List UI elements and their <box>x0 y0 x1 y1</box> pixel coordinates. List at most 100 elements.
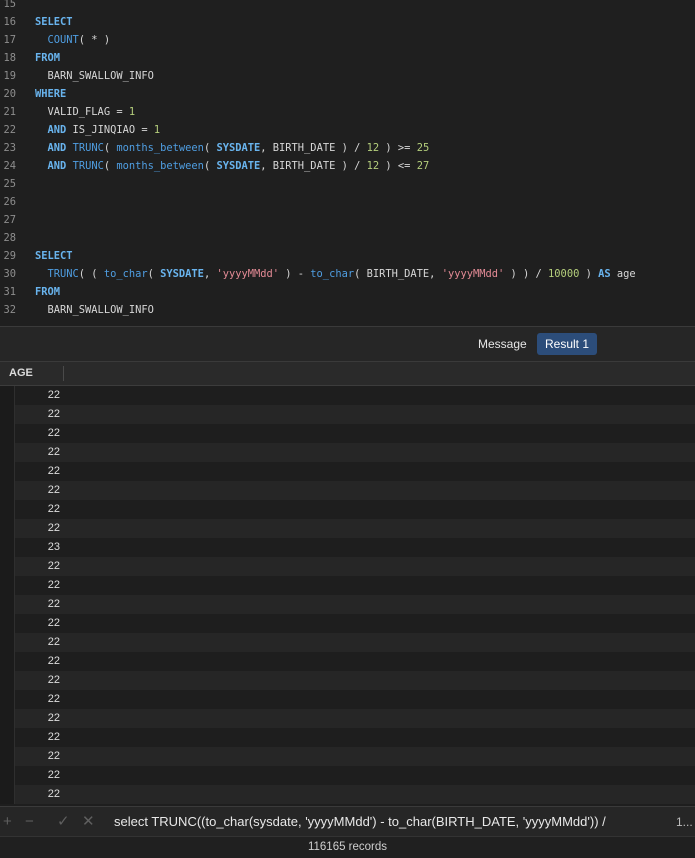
age-cell[interactable]: 22 <box>20 462 60 481</box>
table-row[interactable]: 22 <box>0 595 695 614</box>
code-line[interactable]: 19 BARN_SWALLOW_INFO <box>0 67 695 85</box>
age-cell[interactable]: 22 <box>20 728 60 747</box>
table-row[interactable]: 22 <box>0 709 695 728</box>
age-cell[interactable]: 23 <box>20 538 60 557</box>
age-cell[interactable]: 22 <box>20 443 60 462</box>
age-cell[interactable]: 22 <box>20 785 60 804</box>
row-gutter[interactable] <box>0 500 15 519</box>
table-row[interactable]: 22 <box>0 576 695 595</box>
code-line[interactable]: 23 AND TRUNC( months_between( SYSDATE, B… <box>0 139 695 157</box>
age-cell[interactable]: 22 <box>20 671 60 690</box>
column-resize-handle[interactable] <box>63 366 64 381</box>
row-gutter[interactable] <box>0 424 15 443</box>
row-gutter[interactable] <box>0 595 15 614</box>
row-gutter[interactable] <box>0 785 15 804</box>
code-line[interactable]: 16 SELECT <box>0 13 695 31</box>
code-line[interactable]: 26 <box>0 193 695 211</box>
table-row[interactable]: 22 <box>0 386 695 405</box>
age-cell[interactable]: 22 <box>20 519 60 538</box>
row-gutter[interactable] <box>0 709 15 728</box>
age-cell[interactable]: 22 <box>20 500 60 519</box>
apply-changes-icon[interactable]: ✓ <box>57 814 70 829</box>
table-row[interactable]: 23 <box>0 538 695 557</box>
row-gutter[interactable] <box>0 690 15 709</box>
code-line[interactable]: 30 TRUNC( ( to_char( SYSDATE, 'yyyyMMdd'… <box>0 265 695 283</box>
table-row[interactable]: 22 <box>0 481 695 500</box>
row-gutter[interactable] <box>0 728 15 747</box>
code-token: SELECT <box>35 250 73 262</box>
code-line[interactable]: 28 <box>0 229 695 247</box>
table-row[interactable]: 22 <box>0 766 695 785</box>
table-row[interactable]: 22 <box>0 671 695 690</box>
row-gutter[interactable] <box>0 538 15 557</box>
age-cell[interactable]: 22 <box>20 557 60 576</box>
row-gutter[interactable] <box>0 614 15 633</box>
code-token: ( * ) <box>78 34 111 46</box>
table-row[interactable]: 22 <box>0 633 695 652</box>
code-line[interactable]: 17 COUNT( * ) <box>0 31 695 49</box>
table-row[interactable]: 22 <box>0 519 695 538</box>
row-gutter[interactable] <box>0 576 15 595</box>
age-cell[interactable]: 22 <box>20 405 60 424</box>
tab-message[interactable]: Message <box>470 333 535 355</box>
row-gutter[interactable] <box>0 519 15 538</box>
age-cell[interactable]: 22 <box>20 424 60 443</box>
row-gutter[interactable] <box>0 747 15 766</box>
row-gutter[interactable] <box>0 443 15 462</box>
code-line[interactable]: 25 <box>0 175 695 193</box>
row-gutter[interactable] <box>0 462 15 481</box>
row-gutter[interactable] <box>0 766 15 785</box>
discard-changes-icon[interactable]: ✕ <box>82 814 95 829</box>
code-line[interactable]: 22 AND IS_JINQIAO = 1 <box>0 121 695 139</box>
table-row[interactable]: 22 <box>0 652 695 671</box>
code-line[interactable]: 21 VALID_FLAG = 1 <box>0 103 695 121</box>
age-cell[interactable]: 22 <box>20 690 60 709</box>
tab-result-1[interactable]: Result 1 <box>537 333 598 355</box>
code-line[interactable]: 15 <box>0 0 695 13</box>
line-number: 31 <box>3 286 16 298</box>
sql-editor[interactable]: 15 16 SELECT 17 COUNT( * ) 18 FROM 19 BARN_SWA… <box>0 0 695 326</box>
table-row[interactable]: 22 <box>0 728 695 747</box>
age-cell[interactable]: 22 <box>20 766 60 785</box>
age-cell[interactable]: 22 <box>20 386 60 405</box>
code-line[interactable]: 31 FROM <box>0 283 695 301</box>
table-row[interactable]: 22 <box>0 690 695 709</box>
row-gutter[interactable] <box>0 652 15 671</box>
age-cell[interactable]: 22 <box>20 652 60 671</box>
row-gutter[interactable] <box>0 386 15 405</box>
code-token: 'yyyyMMdd' <box>441 268 505 280</box>
page-indicator[interactable]: 1... <box>676 807 693 837</box>
table-row[interactable]: 22 <box>0 785 695 804</box>
line-number: 23 <box>3 142 16 154</box>
age-cell[interactable]: 22 <box>20 576 60 595</box>
code-token: ) <= <box>379 160 417 172</box>
age-cell[interactable]: 22 <box>20 747 60 766</box>
code-line[interactable]: 18 FROM <box>0 49 695 67</box>
code-line[interactable]: 24 AND TRUNC( months_between( SYSDATE, B… <box>0 157 695 175</box>
row-gutter[interactable] <box>0 671 15 690</box>
age-cell[interactable]: 22 <box>20 633 60 652</box>
row-gutter[interactable] <box>0 481 15 500</box>
table-row[interactable]: 22 <box>0 443 695 462</box>
code-line[interactable]: 20 WHERE <box>0 85 695 103</box>
table-row[interactable]: 22 <box>0 614 695 633</box>
age-cell[interactable]: 22 <box>20 481 60 500</box>
code-line[interactable]: 29 SELECT <box>0 247 695 265</box>
add-row-icon[interactable]: + <box>3 814 12 829</box>
column-header-age[interactable]: AGE <box>9 362 33 385</box>
table-row[interactable]: 22 <box>0 405 695 424</box>
row-gutter[interactable] <box>0 633 15 652</box>
table-row[interactable]: 22 <box>0 747 695 766</box>
code-line[interactable]: 32 BARN_SWALLOW_INFO <box>0 301 695 319</box>
table-row[interactable]: 22 <box>0 424 695 443</box>
age-cell[interactable]: 22 <box>20 614 60 633</box>
age-cell[interactable]: 22 <box>20 595 60 614</box>
age-cell[interactable]: 22 <box>20 709 60 728</box>
code-line[interactable]: 27 <box>0 211 695 229</box>
remove-row-icon[interactable]: − <box>25 814 34 829</box>
table-row[interactable]: 22 <box>0 500 695 519</box>
row-gutter[interactable] <box>0 557 15 576</box>
row-gutter[interactable] <box>0 405 15 424</box>
table-row[interactable]: 22 <box>0 462 695 481</box>
table-row[interactable]: 22 <box>0 557 695 576</box>
